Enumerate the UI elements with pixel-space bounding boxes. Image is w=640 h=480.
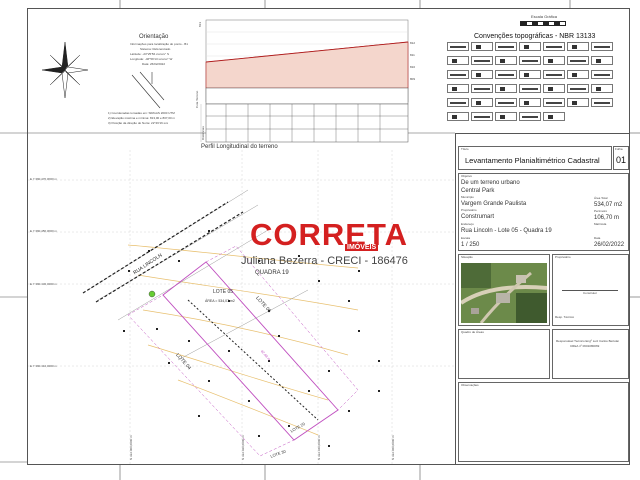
locator-sketch xyxy=(131,71,165,109)
profile-elevation: 811 xyxy=(410,53,415,57)
city-label: Município xyxy=(461,195,474,199)
conventions-legend xyxy=(447,42,617,124)
orientation-footnote: 3) Posição da direção do Norte: 22°46'16… xyxy=(108,121,169,125)
drawing-sheet: Orientação Informações para localização … xyxy=(0,0,640,480)
place-value: Central Park xyxy=(461,188,495,194)
areas-label: Quadro de Áreas xyxy=(461,330,484,334)
sheet-number: 01 xyxy=(616,155,627,165)
tech-box xyxy=(552,329,629,379)
scale-label: Escala xyxy=(461,236,471,240)
orientation-note: Informações para localização do ponto - … xyxy=(130,42,188,46)
owner-value: Construmart xyxy=(461,214,495,220)
orientation-note: Sistema: Referenciado xyxy=(140,47,171,51)
area-label: ÁREA = 534,07 m2 xyxy=(205,299,235,303)
orientation-note: Latitude: -23°25'56.xxxxxx'' S xyxy=(130,52,169,56)
scale-graph-label: Escala Gráfica xyxy=(531,14,558,19)
owner-label: Proprietário xyxy=(461,208,477,212)
notes-label: Observações xyxy=(461,383,479,387)
profile-elevation: 812 xyxy=(410,41,416,45)
contractor-label: Construtor xyxy=(583,291,598,295)
scale-bar xyxy=(520,21,566,26)
north-arrow-icon xyxy=(41,41,89,99)
tech-crea: CREA nº 0601080069 xyxy=(570,344,600,348)
address-label: Endereço xyxy=(461,222,474,226)
owner-sign-label: Proprietário xyxy=(555,255,571,259)
orientation-footnote: 1) Coordenadas tomadas em: SIRGAS 2000 U… xyxy=(108,111,175,115)
profile-elevation: 809 xyxy=(410,77,416,81)
objective-value: De um terreno urbano xyxy=(461,180,520,186)
profile-row-label: Cota Terreno xyxy=(195,90,199,108)
areas-box xyxy=(458,329,550,379)
sheet-label: Folha xyxy=(615,147,623,151)
scale-value: 1 / 250 xyxy=(461,242,480,248)
location-aerial-image xyxy=(461,263,547,323)
matricula-label: Matrícula xyxy=(594,222,607,226)
project-label: Título xyxy=(461,147,469,151)
logo-brand: CORRETA xyxy=(250,217,408,252)
profile-elevation: 813 xyxy=(198,21,203,28)
perimeter-value: 106,70 m xyxy=(594,215,620,221)
watermark-logo: CORRETA xyxy=(250,219,408,250)
perimeter-label: Perímetro xyxy=(594,209,608,213)
tech-label: Resp. Técnico xyxy=(555,315,575,319)
site-plan xyxy=(28,150,454,464)
logo-sub: IMÓVEIS xyxy=(345,244,379,251)
orientation-note: Longitude: -46°59'13.xxxxxx'' W xyxy=(130,57,173,61)
quadra-label: QUADRA 19 xyxy=(255,270,289,276)
area-value: 534,07 m2 xyxy=(594,202,623,208)
objective-label: Objetivo xyxy=(461,174,473,178)
notes-box xyxy=(458,382,629,462)
orientation-footnote: 2) Elevação máxima e mínima: 813,00 e 80… xyxy=(108,116,176,120)
date-label: Data xyxy=(594,236,601,240)
date-value: 26/02/2022 xyxy=(594,242,625,248)
city-value: Vargem Grande Paulista xyxy=(461,201,527,207)
tech-name: Responsável Técnico Engº Luiz Carlos Ber… xyxy=(556,339,619,343)
location-label: Situação xyxy=(461,255,473,259)
address-value: Rua Lincoln - Lote 05 - Quadra 19 xyxy=(461,228,552,234)
longitudinal-profile xyxy=(200,19,409,143)
watermark-agent: Juliana Bezerra - CRECI - 186476 xyxy=(241,255,408,267)
lot-label: LOTE 05 xyxy=(213,289,234,295)
profile-row-label: Distâncias xyxy=(201,126,205,140)
project-title: Levantamento Planialtimétrico Cadastral xyxy=(465,156,600,165)
conventions-title: Convenções topográficas - NBR 13133 xyxy=(474,33,596,40)
profile-elevation: 810 xyxy=(410,65,416,69)
orientation-note: Data: 26/02/2022 xyxy=(142,62,166,66)
area-label: Área Total xyxy=(594,196,608,200)
orientation-title: Orientação xyxy=(139,34,169,40)
